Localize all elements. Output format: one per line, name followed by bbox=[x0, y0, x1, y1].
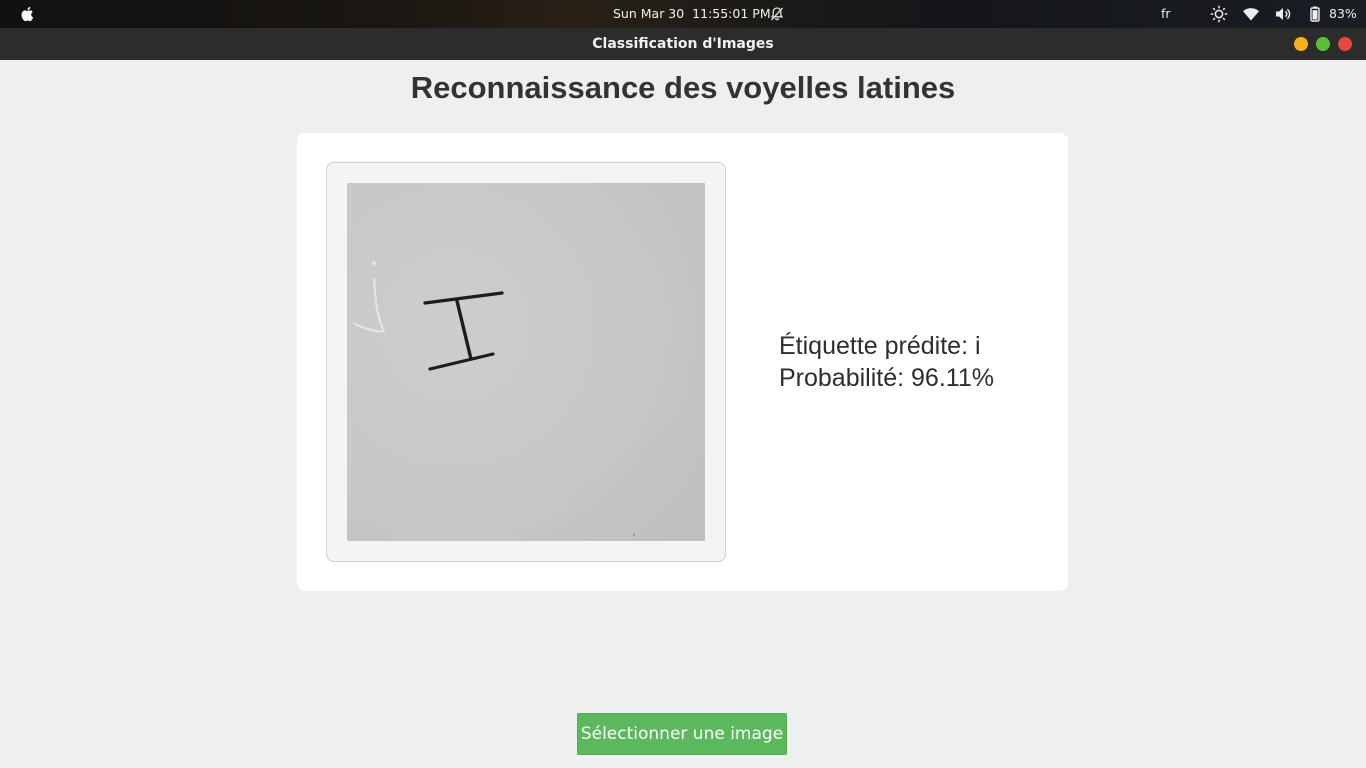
apple-icon[interactable] bbox=[18, 5, 38, 23]
maximize-button[interactable] bbox=[1316, 37, 1330, 51]
prediction-result: Étiquette prédite: i Probabilité: 96.11% bbox=[779, 330, 994, 394]
probability-label: Probabilité: 96.11% bbox=[779, 364, 994, 392]
battery-percentage: 83% bbox=[1329, 6, 1357, 21]
clock[interactable]: Sun Mar 30 11:55:01 PM bbox=[613, 6, 771, 21]
battery-icon[interactable] bbox=[1306, 5, 1324, 23]
page-title: Reconnaissance des voyelles latines bbox=[410, 70, 956, 105]
select-image-button[interactable]: Sélectionner une image bbox=[577, 713, 787, 755]
handwritten-letter-image bbox=[347, 183, 705, 541]
language-indicator[interactable]: fr bbox=[1161, 6, 1171, 21]
predicted-label: Étiquette prédite: i bbox=[779, 332, 981, 360]
window-title-bar[interactable]: Classification d'Images bbox=[0, 28, 1366, 60]
window-title: Classification d'Images bbox=[592, 36, 774, 52]
system-top-bar: Sun Mar 30 11:55:01 PM fr 83% bbox=[0, 0, 1366, 28]
bell-muted-icon[interactable] bbox=[769, 6, 785, 22]
image-preview-frame bbox=[326, 162, 726, 562]
brightness-icon[interactable] bbox=[1210, 5, 1228, 23]
result-card: Étiquette prédite: i Probabilité: 96.11% bbox=[297, 133, 1068, 591]
minimize-button[interactable] bbox=[1294, 37, 1308, 51]
close-button[interactable] bbox=[1338, 37, 1352, 51]
volume-icon[interactable] bbox=[1274, 5, 1292, 23]
wifi-icon[interactable] bbox=[1242, 5, 1260, 23]
